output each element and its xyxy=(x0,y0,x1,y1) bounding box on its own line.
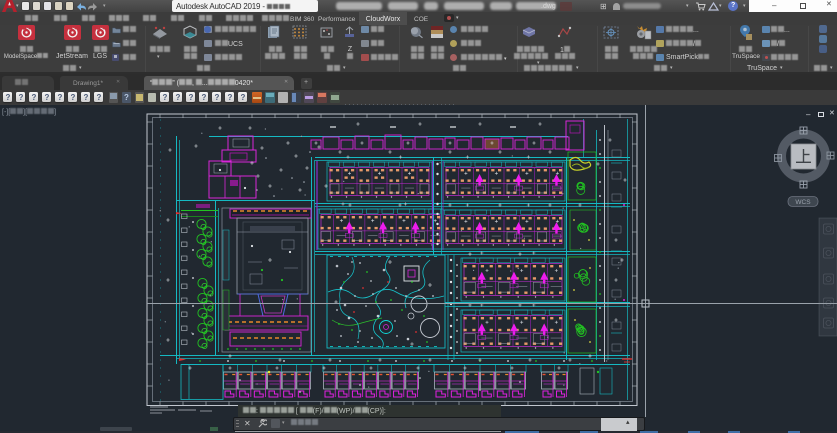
svg-text:WCS: WCS xyxy=(795,199,811,206)
